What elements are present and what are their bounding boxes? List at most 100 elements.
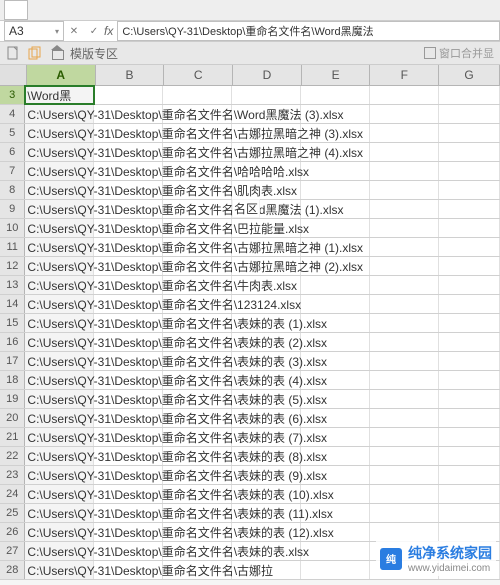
cell[interactable] — [94, 181, 163, 199]
window-merge-option[interactable]: 窗口合并显 — [424, 45, 494, 61]
select-all-corner[interactable] — [0, 65, 27, 85]
cell[interactable]: C:\Users\QY-31\Desktop\重命名文件名\表妹的表 (12).… — [25, 523, 94, 541]
cell[interactable]: C:\Users\QY-31\Desktop\重命名文件名\表妹的表 (6).x… — [25, 409, 94, 427]
row-header[interactable]: 19 — [0, 390, 25, 408]
cell[interactable] — [94, 105, 163, 123]
cell[interactable] — [439, 371, 500, 389]
cell[interactable] — [232, 352, 301, 370]
cell[interactable] — [94, 143, 163, 161]
row-header[interactable]: 9 — [0, 200, 25, 218]
cell[interactable] — [370, 466, 439, 484]
cell[interactable] — [232, 409, 301, 427]
cell[interactable] — [232, 390, 301, 408]
cell[interactable]: C:\Users\QY-31\Desktop\重命名文件名\表妹的表 (1).x… — [25, 314, 94, 332]
cell[interactable] — [94, 561, 163, 579]
cell[interactable] — [301, 219, 370, 237]
row-header[interactable]: 28 — [0, 561, 25, 579]
cell[interactable] — [163, 105, 232, 123]
cell[interactable] — [370, 238, 439, 256]
row-header[interactable]: 24 — [0, 485, 25, 503]
row-header[interactable]: 20 — [0, 409, 25, 427]
cell[interactable] — [163, 86, 232, 104]
cell[interactable] — [94, 314, 163, 332]
row-header[interactable]: 22 — [0, 447, 25, 465]
cell[interactable] — [439, 447, 500, 465]
cell[interactable] — [163, 485, 232, 503]
cell[interactable]: C:\Users\QY-31\Desktop\重命名文件名\牛肉表.xlsx — [25, 276, 94, 294]
cell[interactable] — [370, 485, 439, 503]
cell[interactable] — [301, 542, 370, 560]
cell[interactable] — [301, 447, 370, 465]
cell[interactable] — [370, 124, 439, 142]
cell[interactable] — [232, 466, 301, 484]
formula-bar[interactable]: C:\Users\QY-31\Desktop\重命名文件名\Word黑魔法 — [117, 21, 500, 41]
cell[interactable] — [94, 238, 163, 256]
row-header[interactable]: 5 — [0, 124, 25, 142]
cell[interactable] — [439, 466, 500, 484]
cell[interactable] — [94, 333, 163, 351]
row-header[interactable]: 27 — [0, 542, 25, 560]
cell[interactable] — [301, 181, 370, 199]
cell[interactable] — [163, 466, 232, 484]
cell[interactable]: C:\Users\QY-31\Desktop\重命名文件名\Word黑魔法 (3… — [25, 105, 94, 123]
cell[interactable] — [439, 200, 500, 218]
cell[interactable] — [232, 314, 301, 332]
cell[interactable] — [232, 485, 301, 503]
cell[interactable] — [163, 504, 232, 522]
cell[interactable] — [370, 314, 439, 332]
cell[interactable] — [370, 257, 439, 275]
cell[interactable] — [439, 409, 500, 427]
cell[interactable] — [232, 542, 301, 560]
cell[interactable] — [94, 504, 163, 522]
cell[interactable] — [232, 428, 301, 446]
cell[interactable] — [301, 390, 370, 408]
row-header[interactable]: 26 — [0, 523, 25, 541]
cell[interactable]: C:\Users\QY-31\Desktop\重命名文件名\古娜拉黑暗之神 (3… — [25, 124, 94, 142]
cell[interactable]: C:\Users\QY-31\Desktop\重命名文件名\巴拉能量.xlsx — [25, 219, 94, 237]
cell[interactable] — [301, 162, 370, 180]
row-header[interactable]: 8 — [0, 181, 25, 199]
column-header-D[interactable]: D — [233, 65, 302, 85]
copy-button[interactable] — [26, 44, 44, 62]
cell[interactable] — [370, 428, 439, 446]
cell[interactable] — [301, 105, 370, 123]
cell[interactable] — [439, 219, 500, 237]
row-header[interactable]: 21 — [0, 428, 25, 446]
row-header[interactable]: 4 — [0, 105, 25, 123]
column-header-C[interactable]: C — [164, 65, 233, 85]
cell[interactable] — [94, 86, 163, 104]
cell[interactable]: C:\Users\QY-31\Desktop\重命名文件名\表妹的表 (7).x… — [25, 428, 94, 446]
cell[interactable] — [94, 409, 163, 427]
cell[interactable] — [370, 105, 439, 123]
cell[interactable] — [163, 390, 232, 408]
column-header-A[interactable]: A — [27, 65, 96, 85]
cell[interactable] — [370, 504, 439, 522]
cell[interactable] — [232, 504, 301, 522]
cell[interactable] — [163, 143, 232, 161]
cell[interactable] — [232, 371, 301, 389]
cell[interactable] — [301, 333, 370, 351]
cell[interactable]: C:\Users\QY-31\Desktop\重命名文件名\表妹的表 (2).x… — [25, 333, 94, 351]
cell[interactable] — [439, 428, 500, 446]
cell[interactable]: C:\Users\QY-31\Desktop\重命名文件名\123124.xls… — [25, 295, 94, 313]
cell[interactable] — [301, 428, 370, 446]
cell[interactable] — [232, 181, 301, 199]
cell[interactable] — [232, 238, 301, 256]
cell[interactable] — [163, 333, 232, 351]
cell[interactable] — [301, 466, 370, 484]
cell[interactable] — [163, 561, 232, 579]
cell[interactable] — [439, 295, 500, 313]
name-box[interactable]: A3 ▾ — [4, 21, 64, 41]
cell[interactable] — [370, 371, 439, 389]
home-button[interactable] — [48, 44, 66, 62]
cell[interactable] — [94, 219, 163, 237]
cell[interactable] — [370, 352, 439, 370]
cell[interactable] — [163, 238, 232, 256]
cell[interactable] — [301, 409, 370, 427]
row-header[interactable]: 11 — [0, 238, 25, 256]
cell[interactable] — [94, 124, 163, 142]
cell[interactable] — [232, 86, 301, 104]
cell[interactable] — [370, 333, 439, 351]
cell[interactable] — [232, 162, 301, 180]
cell[interactable] — [232, 295, 301, 313]
